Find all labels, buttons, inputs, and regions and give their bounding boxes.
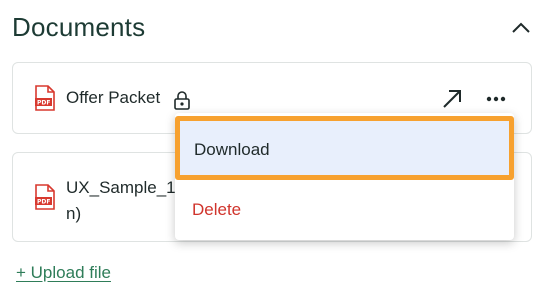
download-label: Download (194, 140, 270, 159)
pdf-file-icon: PDF (35, 184, 55, 210)
document-name[interactable]: UX_Sample_1 n) (66, 175, 176, 227)
document-name[interactable]: Offer Packet (66, 88, 160, 108)
document-actions-menu: Download Delete (175, 113, 514, 240)
svg-text:PDF: PDF (37, 199, 50, 206)
upload-file-link[interactable]: + Upload file (16, 263, 111, 283)
section-title: Documents (12, 12, 146, 42)
more-options-icon[interactable] (485, 91, 507, 107)
documents-header: Documents (12, 12, 539, 44)
delete-label: Delete (192, 200, 242, 219)
pdf-file-icon: PDF (35, 85, 55, 111)
lock-icon (173, 90, 191, 110)
svg-text:PDF: PDF (37, 100, 50, 107)
open-external-icon[interactable] (441, 88, 463, 110)
download-menu-item[interactable]: Download (175, 116, 514, 180)
chevron-up-icon[interactable] (509, 18, 533, 38)
delete-menu-item[interactable]: Delete (175, 186, 514, 234)
